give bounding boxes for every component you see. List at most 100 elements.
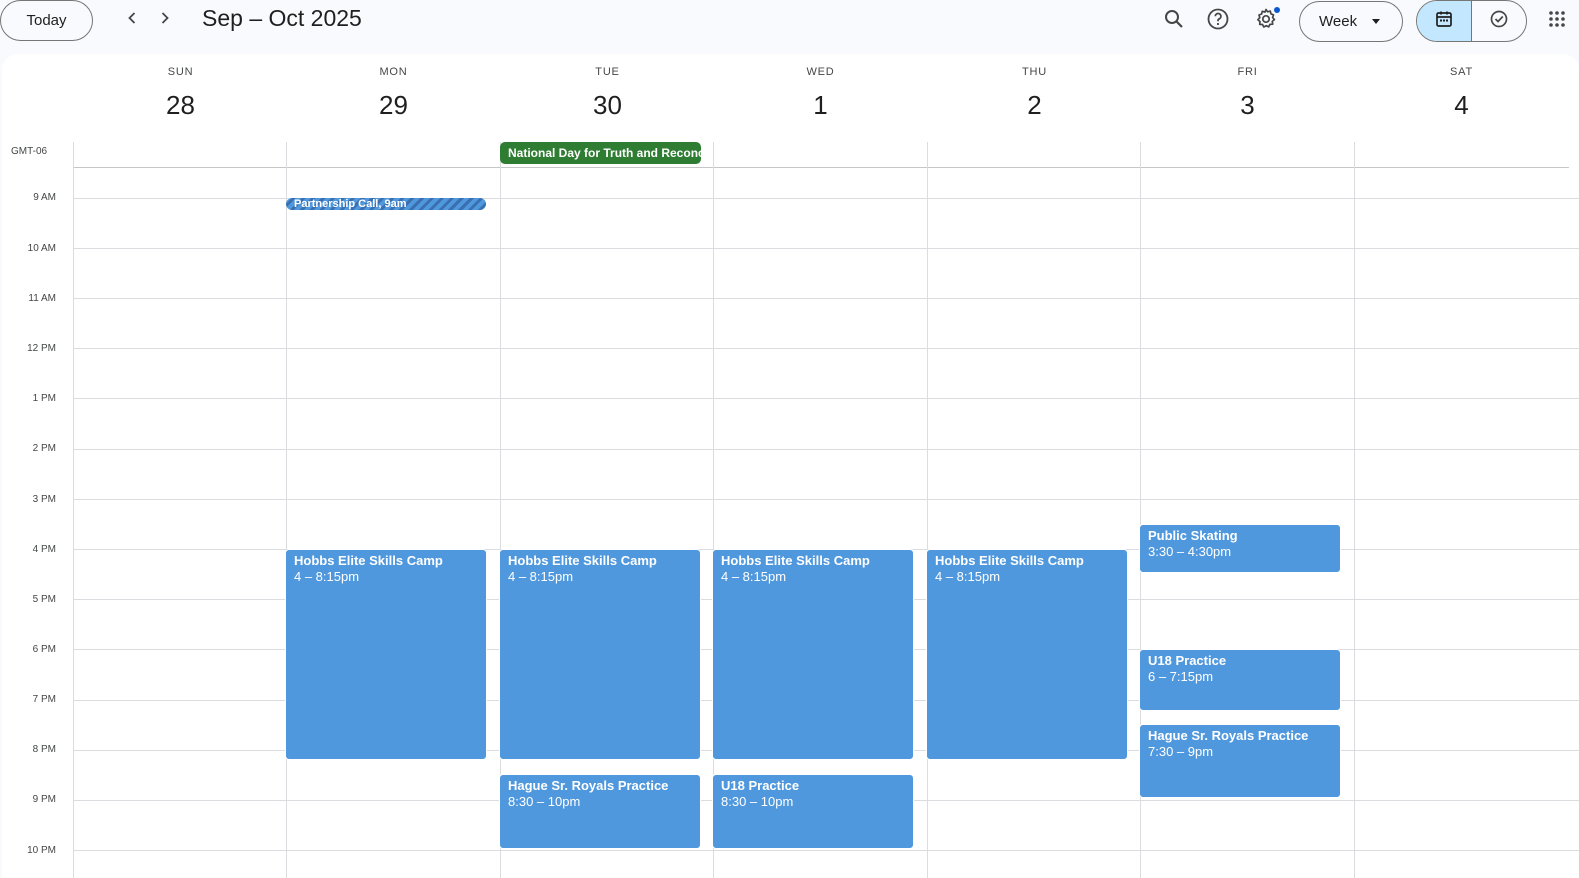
event-title: Hobbs Elite Skills Camp — [508, 553, 657, 568]
notification-dot — [1274, 7, 1280, 13]
calendar-event[interactable]: Hobbs Elite Skills Camp 4 – 8:15pm — [499, 549, 701, 760]
help-button[interactable] — [1203, 6, 1233, 36]
hour-line — [73, 449, 1579, 450]
apps-button[interactable] — [1542, 6, 1572, 36]
chevron-left-icon — [124, 10, 140, 31]
event-title: Public Skating — [1148, 528, 1238, 543]
event-time: 8:30 – 10pm — [508, 794, 581, 809]
event-title: Hague Sr. Royals Practice — [1148, 728, 1309, 743]
event-title: Hobbs Elite Skills Camp — [294, 553, 443, 568]
event-time: 6 – 7:15pm — [1148, 669, 1214, 684]
day-name: SAT — [1450, 66, 1473, 78]
event-time: 3:30 – 4:30pm — [1148, 544, 1232, 559]
dropdown-caret-icon — [1372, 19, 1380, 24]
day-number: 28 — [166, 90, 195, 120]
tasks-view-toggle[interactable] — [1472, 1, 1527, 41]
hour-label: 4 PM — [32, 544, 56, 555]
hour-label: 10 PM — [27, 845, 56, 856]
hour-label: 5 PM — [32, 594, 56, 605]
day-number: 29 — [379, 90, 408, 120]
day-header-sat[interactable]: SAT 4 — [1355, 54, 1568, 140]
day-header-fri[interactable]: FRI 3 — [1141, 54, 1354, 140]
timezone-label: GMT-06 — [11, 146, 48, 157]
week-calendar-grid: SUN 28 MON 29 TUE 30 WED 1 THU 2 FRI 3 S… — [2, 54, 1579, 878]
view-selector-label: Week — [1319, 13, 1358, 30]
event-title: Hobbs Elite Skills Camp — [721, 553, 870, 568]
help-icon — [1206, 7, 1230, 36]
day-number: 2 — [1027, 90, 1042, 120]
calendar-event[interactable]: Hobbs Elite Skills Camp 4 – 8:15pm — [285, 549, 487, 760]
day-number: 4 — [1454, 90, 1469, 120]
day-name: WED — [806, 66, 835, 78]
hour-label: 1 PM — [32, 393, 56, 404]
event-time: 4 – 8:15pm — [721, 569, 787, 584]
calendar-icon — [1434, 9, 1454, 34]
calendar-event[interactable]: Hague Sr. Royals Practice 8:30 – 10pm — [499, 774, 701, 849]
tentative-event[interactable]: Partnership Call, 9am — [286, 198, 486, 210]
hour-label: 3 PM — [32, 494, 56, 505]
event-time: 7:30 – 9pm — [1148, 744, 1214, 759]
calendar-view-toggle[interactable] — [1417, 1, 1472, 41]
calendar-event[interactable]: Public Skating 3:30 – 4:30pm — [1139, 524, 1341, 573]
hour-line — [73, 248, 1579, 249]
event-time: 4 – 8:15pm — [508, 569, 574, 584]
calendar-event[interactable]: Hobbs Elite Skills Camp 4 – 8:15pm — [712, 549, 914, 760]
task-check-icon — [1489, 9, 1509, 34]
hour-label: 9 PM — [32, 794, 56, 805]
hour-label: 10 AM — [27, 243, 56, 254]
hour-line — [73, 398, 1579, 399]
day-header-tue[interactable]: TUE 30 — [501, 54, 714, 140]
event-title: Hobbs Elite Skills Camp — [935, 553, 1084, 568]
top-toolbar: Today Sep – Oct 2025 Week — [0, 0, 1579, 44]
view-selector[interactable]: Week — [1299, 1, 1403, 42]
calendar-event[interactable]: U18 Practice 6 – 7:15pm — [1139, 649, 1341, 711]
hour-label: 2 PM — [32, 443, 56, 454]
day-name: MON — [379, 66, 408, 78]
calendar-event[interactable]: Hobbs Elite Skills Camp 4 – 8:15pm — [926, 549, 1128, 760]
event-title: U18 Practice — [721, 778, 800, 793]
day-number: 3 — [1240, 90, 1255, 120]
next-week-button[interactable] — [151, 6, 179, 34]
column-divider — [73, 142, 74, 878]
search-button[interactable] — [1159, 6, 1189, 36]
event-time: 8:30 – 10pm — [721, 794, 794, 809]
calendar-event[interactable]: U18 Practice 8:30 – 10pm — [712, 774, 914, 849]
view-toggle-group — [1416, 0, 1527, 42]
hour-label: 7 PM — [32, 694, 56, 705]
day-name: THU — [1021, 66, 1047, 78]
day-header-thu[interactable]: THU 2 — [928, 54, 1141, 140]
all-day-event[interactable]: National Day for Truth and Reconciliatio… — [500, 142, 701, 164]
hour-label: 11 AM — [28, 293, 56, 304]
today-button[interactable]: Today — [0, 0, 93, 41]
day-header-sun[interactable]: SUN 28 — [74, 54, 287, 140]
date-range-title: Sep – Oct 2025 — [202, 5, 362, 31]
day-number: 1 — [813, 90, 828, 120]
day-number: 30 — [593, 90, 622, 120]
event-title: U18 Practice — [1148, 653, 1227, 668]
hour-line — [73, 499, 1579, 500]
column-divider — [1354, 142, 1355, 878]
day-name: SUN — [167, 66, 194, 78]
column-divider — [927, 142, 928, 878]
event-time: 4 – 8:15pm — [294, 569, 360, 584]
hour-line — [73, 298, 1579, 299]
column-divider — [286, 142, 287, 878]
search-icon — [1163, 8, 1185, 35]
previous-week-button[interactable] — [118, 6, 146, 34]
column-divider — [713, 142, 714, 878]
chevron-right-icon — [157, 10, 173, 31]
day-header-wed[interactable]: WED 1 — [714, 54, 927, 140]
hour-label: 6 PM — [32, 644, 56, 655]
settings-button[interactable] — [1251, 6, 1281, 36]
day-name: FRI — [1237, 66, 1258, 78]
event-title: Hague Sr. Royals Practice — [508, 778, 669, 793]
column-divider — [500, 142, 501, 878]
day-header-mon[interactable]: MON 29 — [287, 54, 500, 140]
hour-line — [73, 348, 1579, 349]
hour-label: 8 PM — [32, 744, 56, 755]
day-name: TUE — [595, 66, 620, 78]
all-day-divider — [73, 167, 1569, 168]
hour-line — [73, 850, 1579, 851]
calendar-event[interactable]: Hague Sr. Royals Practice 7:30 – 9pm — [1139, 724, 1341, 798]
hour-label: 9 AM — [33, 192, 56, 203]
